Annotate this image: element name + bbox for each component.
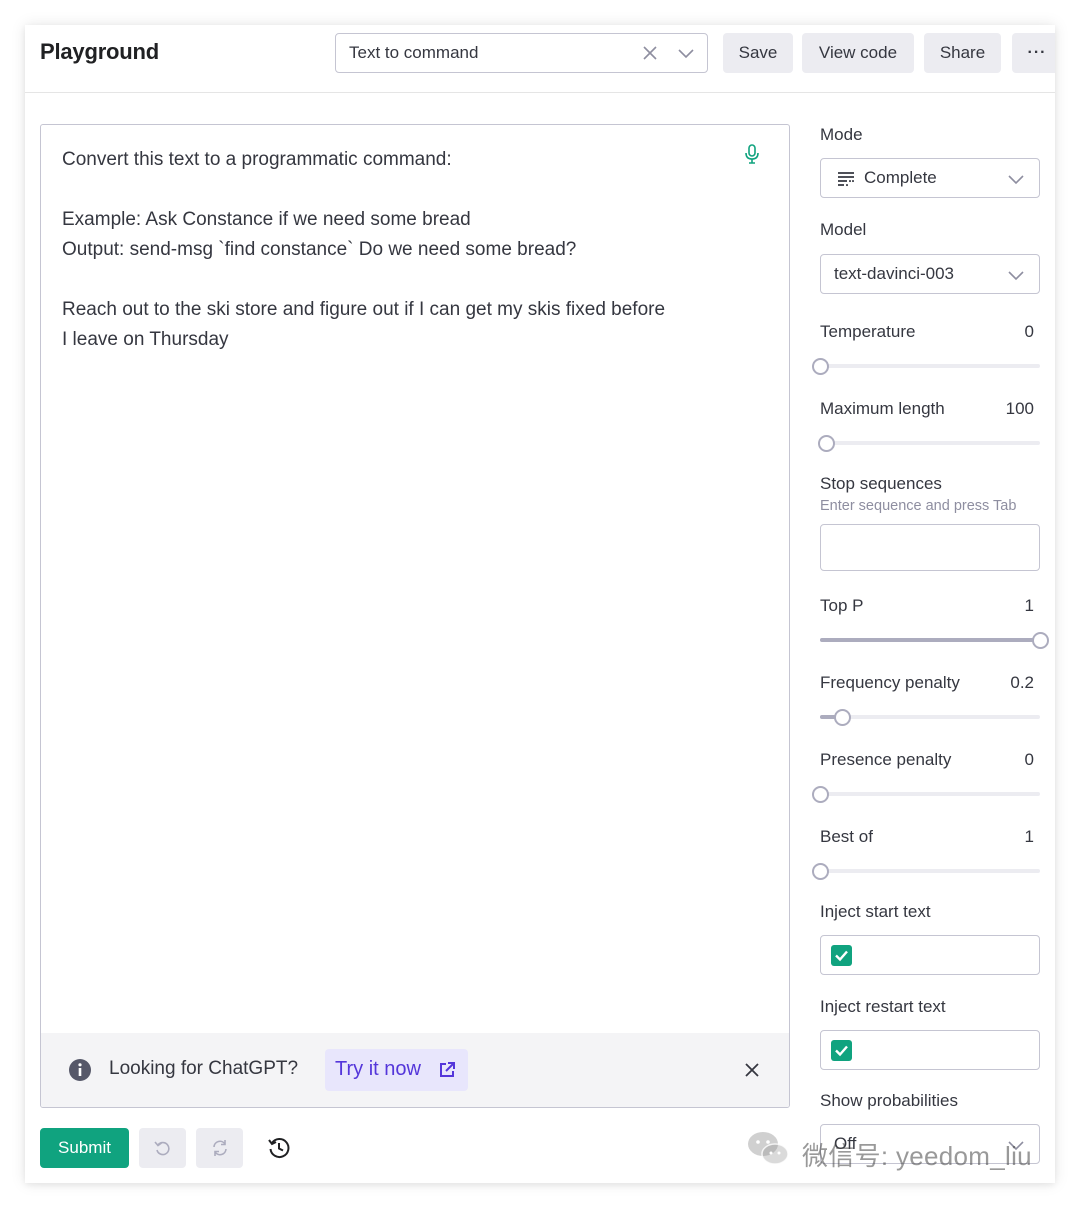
history-icon[interactable]: [266, 1135, 292, 1161]
preset-value: Text to command: [349, 43, 479, 62]
inject-restart-checkbox[interactable]: [831, 1040, 852, 1061]
regenerate-button[interactable]: [196, 1128, 243, 1168]
inject-restart-label: Inject restart text: [820, 997, 946, 1016]
chatgpt-banner: Looking for ChatGPT? Try it now: [41, 1033, 789, 1107]
top-p-value[interactable]: 1: [1025, 596, 1034, 616]
temperature-value[interactable]: 0: [1025, 322, 1034, 342]
stop-sequences-label: Stop sequences: [820, 474, 942, 493]
chevron-down-icon: [1008, 175, 1024, 185]
more-options-button[interactable]: ···: [1012, 33, 1055, 73]
best-of-value[interactable]: 1: [1025, 827, 1034, 847]
top-p-label: Top P: [820, 596, 864, 615]
complete-mode-icon: [838, 172, 854, 187]
playground-window: Playground Text to command Save View cod…: [25, 25, 1055, 1183]
model-label: Model: [820, 220, 867, 239]
best-of-slider[interactable]: [812, 862, 1040, 880]
frequency-penalty-slider[interactable]: [820, 708, 1040, 726]
presence-penalty-value[interactable]: 0: [1025, 750, 1034, 770]
share-button[interactable]: Share: [924, 33, 1001, 73]
max-length-slider[interactable]: [817, 434, 1040, 452]
mode-value: Complete: [864, 168, 937, 187]
temperature-label: Temperature: [820, 322, 916, 341]
stop-sequences-hint: Enter sequence and press Tab: [820, 498, 1017, 514]
preset-select[interactable]: Text to command: [335, 33, 708, 73]
watermark-text: 微信号: yeedom_liu: [802, 1141, 1032, 1171]
prompt-editor[interactable]: Convert this text to a programmatic comm…: [40, 124, 790, 1108]
wechat-watermark: 微信号: yeedom_liu: [745, 1128, 1055, 1172]
slider-thumb[interactable]: [812, 863, 829, 880]
undo-button[interactable]: [139, 1128, 186, 1168]
close-icon[interactable]: [741, 1059, 763, 1081]
refresh-icon: [213, 1140, 227, 1156]
inject-start-checkbox[interactable]: [831, 945, 852, 966]
page-title: Playground: [40, 39, 160, 64]
banner-text: Looking for ChatGPT?: [109, 1058, 299, 1079]
max-length-value[interactable]: 100: [1006, 399, 1034, 419]
show-probabilities-label: Show probabilities: [820, 1091, 958, 1110]
temperature-slider[interactable]: [812, 357, 1040, 375]
save-button[interactable]: Save: [723, 33, 793, 73]
chevron-down-icon[interactable]: [675, 42, 697, 64]
try-it-now-button[interactable]: Try it now: [325, 1049, 468, 1091]
top-bar: Playground Text to command Save View cod…: [25, 25, 1055, 93]
view-code-button[interactable]: View code: [802, 33, 914, 73]
submit-button[interactable]: Submit: [40, 1128, 129, 1168]
microphone-icon[interactable]: [741, 143, 763, 165]
model-select[interactable]: text-davinci-003: [820, 254, 1040, 294]
slider-thumb[interactable]: [817, 435, 835, 452]
max-length-label: Maximum length: [820, 399, 945, 418]
slider-thumb[interactable]: [812, 786, 829, 803]
frequency-penalty-value[interactable]: 0.2: [1010, 673, 1034, 693]
mode-label: Mode: [820, 125, 863, 144]
try-it-now-label: Try it now: [335, 1058, 421, 1080]
frequency-penalty-label: Frequency penalty: [820, 673, 960, 692]
wechat-logo-icon: [748, 1132, 789, 1165]
checkmark-icon: [835, 1045, 848, 1057]
info-icon: [69, 1059, 91, 1081]
best-of-label: Best of: [820, 827, 873, 846]
external-link-icon: [440, 1062, 455, 1077]
inject-start-field[interactable]: [820, 935, 1040, 975]
presence-penalty-label: Presence penalty: [820, 750, 952, 769]
slider-thumb[interactable]: [834, 709, 851, 726]
stop-sequences-input[interactable]: [820, 524, 1040, 571]
inject-start-label: Inject start text: [820, 902, 931, 921]
slider-thumb[interactable]: [812, 358, 829, 375]
model-value: text-davinci-003: [834, 264, 955, 283]
mode-select[interactable]: Complete: [820, 158, 1040, 198]
chevron-down-icon: [1008, 271, 1024, 281]
inject-restart-field[interactable]: [820, 1030, 1040, 1070]
top-p-slider[interactable]: [820, 631, 1049, 649]
prompt-text[interactable]: Convert this text to a programmatic comm…: [62, 145, 742, 355]
slider-thumb[interactable]: [1032, 632, 1049, 649]
undo-icon: [154, 1141, 170, 1156]
clear-icon[interactable]: [639, 42, 661, 64]
checkmark-icon: [835, 950, 848, 962]
presence-penalty-slider[interactable]: [812, 785, 1040, 803]
